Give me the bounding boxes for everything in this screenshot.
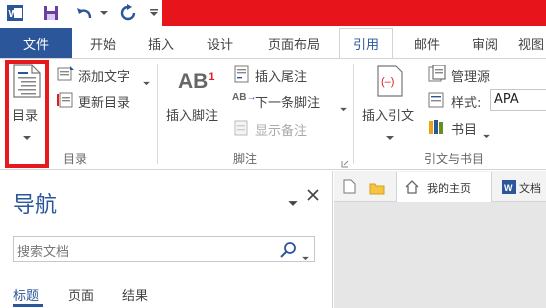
undo-dropdown-icon[interactable] (99, 2, 109, 24)
next-footnote-button[interactable]: 下一条脚注 (255, 92, 320, 111)
insert-citation-dropdown-icon[interactable] (386, 126, 394, 145)
style-icon (428, 92, 446, 112)
search-placeholder: 搜索文档 (17, 245, 70, 260)
next-footnote-dropdown-icon[interactable] (340, 97, 347, 116)
svg-text:W: W (504, 183, 513, 193)
footnotes-group-label: 脚注 (233, 152, 258, 166)
insert-footnote-button[interactable]: 插入脚注 (166, 105, 218, 124)
svg-text:(–): (–) (381, 76, 394, 88)
group-divider (353, 64, 354, 164)
tab-review[interactable]: 审阅 (460, 28, 510, 58)
nav-pane-title: 导航 (13, 193, 58, 218)
tab-mailings[interactable]: 邮件 (402, 28, 452, 58)
manage-sources-icon (428, 64, 446, 87)
document-tab-label[interactable]: 文档 (519, 180, 541, 196)
style-select[interactable]: APA (490, 89, 546, 111)
insert-endnote-icon (232, 65, 250, 87)
tab-design[interactable]: 设计 (195, 28, 245, 58)
update-toc-icon (57, 92, 75, 112)
active-tab-indicator (13, 304, 43, 307)
add-text-dropdown-icon[interactable] (143, 71, 150, 90)
nav-pane-options-icon[interactable] (288, 192, 298, 211)
tab-insert[interactable]: 插入 (136, 28, 186, 58)
add-text-button[interactable]: 添加文字 (78, 66, 130, 85)
redo-icon[interactable] (117, 2, 139, 24)
search-icon[interactable] (280, 241, 298, 263)
update-toc-button[interactable]: 更新目录 (78, 92, 130, 111)
customize-toolbar-icon[interactable] (148, 2, 160, 24)
citations-group-label: 引文与书目 (424, 152, 485, 166)
insert-footnote-icon: AB1 (178, 70, 215, 93)
insert-citation-button[interactable]: 插入引文 (362, 105, 414, 124)
nav-tab-headings[interactable]: 标题 (13, 285, 39, 304)
bibliography-icon (428, 119, 446, 139)
word-doc-icon: W (502, 179, 516, 198)
style-select-value: APA (494, 92, 519, 107)
tab-references[interactable]: 引用 (339, 28, 393, 59)
home-page-tab-label: 我的主页 (427, 182, 471, 195)
toc-button[interactable]: 目录 (12, 105, 38, 124)
undo-icon[interactable] (73, 2, 97, 24)
word-logo-icon[interactable]: W (4, 2, 26, 24)
document-area[interactable] (334, 202, 546, 308)
insert-endnote-button[interactable]: 插入尾注 (255, 66, 307, 85)
show-notes-icon (233, 120, 249, 140)
home-icon (405, 179, 419, 198)
toc-group-label: 目录 (63, 152, 88, 166)
bibliography-button[interactable]: 书目 (451, 119, 477, 138)
search-dropdown-icon[interactable] (302, 246, 309, 265)
footnotes-dialog-launcher-icon[interactable] (341, 153, 349, 172)
toc-dropdown-icon[interactable] (23, 126, 31, 145)
nav-tab-results[interactable]: 结果 (122, 285, 148, 304)
tab-home[interactable]: 开始 (78, 28, 128, 58)
show-notes-button: 显示备注 (255, 124, 308, 139)
tab-file[interactable]: 文件 (0, 28, 72, 58)
insert-citation-icon: (–) (376, 65, 404, 101)
svg-text:W: W (9, 9, 19, 20)
add-text-icon (57, 66, 75, 86)
new-page-icon[interactable] (343, 179, 356, 198)
close-icon[interactable] (306, 187, 320, 206)
group-divider (157, 64, 158, 164)
tab-view[interactable]: 视图 (518, 28, 546, 58)
save-icon[interactable] (40, 2, 62, 24)
nav-tab-pages[interactable]: 页面 (68, 285, 94, 304)
next-footnote-icon: AB→ (232, 92, 257, 103)
style-label: 样式: (451, 96, 482, 111)
manage-sources-button[interactable]: 管理源 (451, 66, 490, 85)
title-bar (162, 0, 546, 26)
folder-icon[interactable] (369, 180, 385, 199)
bibliography-dropdown-icon[interactable] (483, 124, 490, 143)
tab-page-layout[interactable]: 页面布局 (256, 28, 332, 58)
toc-icon (12, 64, 42, 102)
